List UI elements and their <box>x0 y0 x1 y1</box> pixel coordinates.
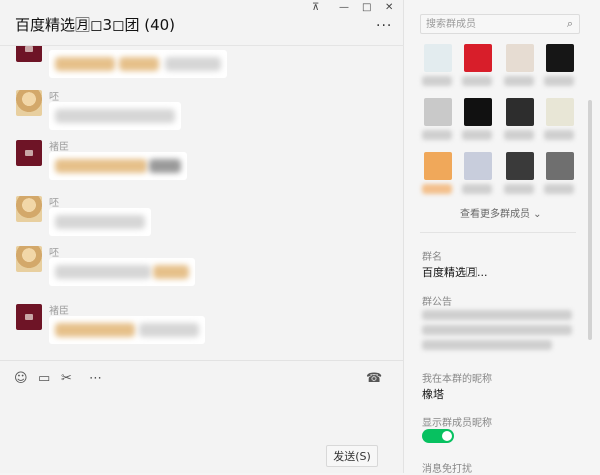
maximize-icon[interactable]: □ <box>362 2 371 13</box>
member-avatar[interactable] <box>506 44 534 72</box>
message-item: 呸 <box>0 244 404 304</box>
announcement-blurred-line <box>422 340 552 350</box>
folder-icon[interactable]: ▭ <box>38 371 50 386</box>
blurred-text <box>55 323 135 337</box>
member-name <box>544 76 574 86</box>
emoji-icon[interactable]: ☺ <box>14 371 28 386</box>
member-name <box>544 130 574 140</box>
message-item: 褚臣 <box>0 138 404 198</box>
member-name <box>504 130 534 140</box>
more-options-icon[interactable]: ··· <box>376 18 392 34</box>
avatar[interactable] <box>16 46 42 62</box>
blurred-text <box>165 57 221 71</box>
avatar[interactable] <box>16 246 42 272</box>
member-search-input[interactable] <box>426 18 556 31</box>
blurred-text <box>153 265 189 279</box>
message-item: 褚臣 <box>0 302 404 360</box>
member-name <box>462 184 492 194</box>
chat-pane: 百度精选🈷◻3◻团 (40) ··· 呸 褚臣 呸 呸 褚臣 ☺ ▭ ✂ ⋯ ☎… <box>0 0 404 473</box>
sender-name: 呸 <box>49 248 59 259</box>
member-name <box>462 76 492 86</box>
announcement-blurred-line <box>422 310 572 320</box>
avatar[interactable] <box>16 140 42 166</box>
see-more-members-link[interactable]: 查看更多群成员 ⌄ <box>460 205 542 220</box>
member-name <box>544 184 574 194</box>
blurred-text <box>139 323 199 337</box>
sender-name: 褚臣 <box>49 142 69 153</box>
blurred-text <box>55 159 147 173</box>
message-list: 呸 褚臣 呸 呸 褚臣 <box>0 46 404 360</box>
message-bubble[interactable] <box>49 152 187 180</box>
search-icon[interactable]: ⌕ <box>567 17 573 31</box>
member-avatar[interactable] <box>546 152 574 180</box>
message-bubble[interactable] <box>49 208 151 236</box>
my-nickname-value[interactable]: 橡塔 <box>422 386 444 402</box>
member-avatar[interactable] <box>546 98 574 126</box>
group-info-panel: ⊼ — □ ✕ ⌕ 查看更多群成员 ⌄ 群名 百度精选🈷... 群公告 我在本群… <box>312 0 600 475</box>
close-icon[interactable]: ✕ <box>385 2 393 13</box>
message-bubble[interactable] <box>49 316 205 344</box>
member-avatar[interactable] <box>546 44 574 72</box>
member-name <box>462 130 492 140</box>
member-avatar[interactable] <box>424 152 452 180</box>
input-toolbar: ☺ ▭ ✂ ⋯ ☎ <box>0 361 404 397</box>
sender-name: 呸 <box>49 92 59 103</box>
blurred-text <box>55 109 175 123</box>
member-search: ⌕ <box>420 14 580 34</box>
blurred-text <box>55 57 115 71</box>
member-avatar[interactable] <box>424 44 452 72</box>
chat-title: 百度精选🈷◻3◻团 (40) <box>15 16 176 34</box>
sender-name: 呸 <box>49 198 59 209</box>
send-button[interactable]: 发送(S) <box>326 445 378 467</box>
message-bubble[interactable] <box>49 50 227 78</box>
blurred-text <box>55 215 145 229</box>
avatar[interactable] <box>16 304 42 330</box>
member-name <box>504 184 534 194</box>
member-avatar[interactable] <box>464 98 492 126</box>
member-avatar[interactable] <box>424 98 452 126</box>
show-nickname-label: 显示群成员昵称 <box>422 418 492 429</box>
blurred-text <box>55 265 151 279</box>
chat-bubble-icon[interactable]: ⋯ <box>89 371 102 386</box>
my-nickname-label: 我在本群的昵称 <box>422 374 492 385</box>
message-bubble[interactable] <box>49 258 195 286</box>
pin-icon[interactable]: ⊼ <box>312 2 319 13</box>
member-name <box>504 76 534 86</box>
announcement-label: 群公告 <box>422 297 452 308</box>
member-name <box>422 184 452 194</box>
show-nickname-toggle[interactable] <box>422 429 454 443</box>
message-bubble[interactable] <box>49 102 181 130</box>
divider <box>420 232 576 233</box>
member-avatar[interactable] <box>464 44 492 72</box>
member-avatar[interactable] <box>506 152 534 180</box>
panel-scrollbar[interactable] <box>588 100 592 340</box>
member-avatar[interactable] <box>464 152 492 180</box>
call-icon[interactable]: ☎ <box>366 371 382 386</box>
avatar[interactable] <box>16 90 42 116</box>
member-name <box>422 76 452 86</box>
avatar[interactable] <box>16 196 42 222</box>
sender-name: 褚臣 <box>49 306 69 317</box>
blurred-text <box>149 159 181 173</box>
group-name-label: 群名 <box>422 252 442 263</box>
group-name-value[interactable]: 百度精选🈷... <box>422 264 488 280</box>
minimize-icon[interactable]: — <box>339 2 349 13</box>
announcement-blurred-line <box>422 325 572 335</box>
member-name <box>422 130 452 140</box>
member-avatar[interactable] <box>506 98 534 126</box>
blurred-text <box>119 57 159 71</box>
scissors-icon[interactable]: ✂ <box>61 371 72 386</box>
